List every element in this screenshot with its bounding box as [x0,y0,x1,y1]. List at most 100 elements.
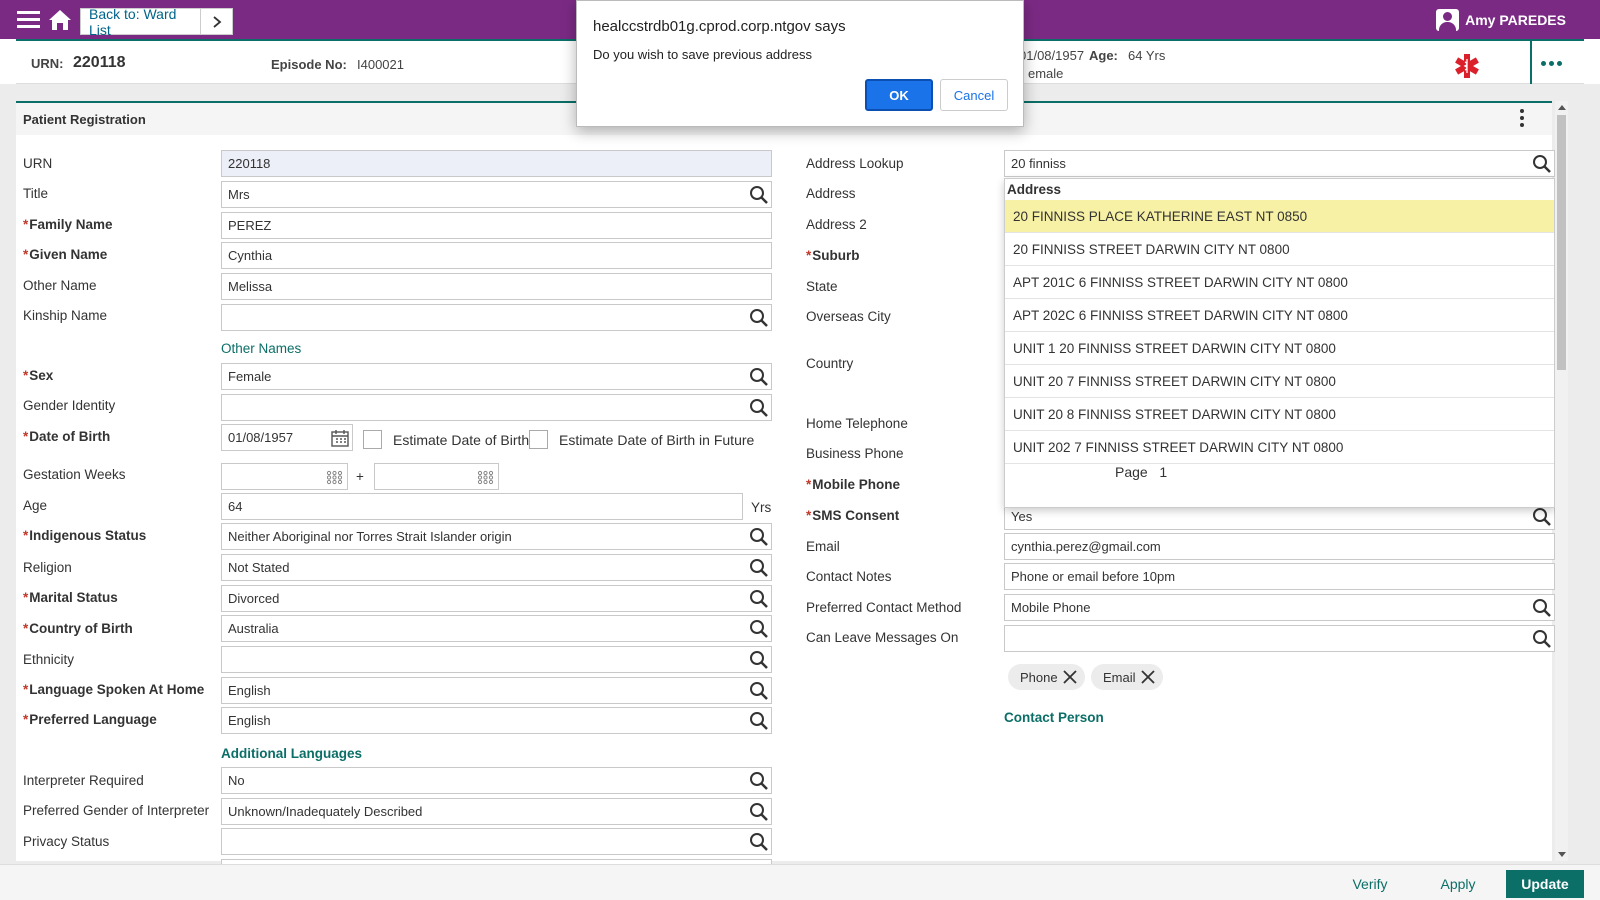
scrollbar-thumb[interactable] [1557,115,1566,370]
marital-status-field[interactable]: Divorced [221,585,772,612]
search-icon[interactable] [1532,598,1552,618]
contact-person-link[interactable]: Contact Person [1004,710,1104,725]
banner-more-icon[interactable] [1530,41,1570,86]
age-label: Age [23,498,48,513]
gestation-days-field[interactable] [374,463,499,490]
estimate-dob-future-checkbox[interactable] [529,430,548,449]
age-unit: Yrs [751,500,772,515]
address-option[interactable]: UNIT 1 20 FINNISS STREET DARWIN CITY NT … [1005,332,1554,365]
address-option[interactable]: APT 202C 6 FINNISS STREET DARWIN CITY NT… [1005,299,1554,332]
address-lookup-field[interactable]: 20 finniss [1004,150,1555,177]
age-field[interactable]: 64 [221,493,743,520]
business-phone-label: Business Phone [806,446,904,461]
chip-phone: Phone [1008,664,1085,690]
other-names-link[interactable]: Other Names [221,341,301,356]
hamburger-menu-icon[interactable] [17,11,40,29]
urn-field: 220118 [221,150,772,177]
search-icon[interactable] [749,185,769,205]
medical-alert-icon[interactable] [1454,53,1480,79]
vertical-scrollbar[interactable] [1555,101,1568,861]
indigenous-status-field[interactable]: Neither Aboriginal nor Torres Strait Isl… [221,523,772,550]
preferred-language-field[interactable]: English [221,707,772,734]
title-field[interactable]: Mrs [221,181,772,208]
back-to-ward-list-button[interactable]: Back to: Ward List [80,6,233,38]
estimate-dob-checkbox[interactable] [363,430,382,449]
suburb-label: Suburb [806,248,859,263]
calendar-icon[interactable] [330,428,350,448]
email-field[interactable]: cynthia.perez@gmail.com [1004,533,1555,560]
language-at-home-field[interactable]: English [221,677,772,704]
home-telephone-label: Home Telephone [806,416,908,431]
address-option[interactable]: UNIT 20 8 FINNISS STREET DARWIN CITY NT … [1005,398,1554,431]
search-icon[interactable] [749,308,769,328]
sms-consent-label: SMS Consent [806,508,899,523]
remove-icon[interactable] [1140,670,1155,684]
address-option[interactable]: 20 FINNISS STREET DARWIN CITY NT 0800 [1005,233,1554,266]
address-option[interactable]: 20 FINNISS PLACE KATHERINE EAST NT 0850 [1005,200,1554,233]
keypad-icon[interactable] [326,470,343,485]
scroll-down-icon[interactable] [1558,852,1566,857]
additional-languages-link[interactable]: Additional Languages [221,746,362,761]
sex-label: Sex [23,368,53,383]
address-lookup-value: 20 finniss [1011,156,1066,171]
cancel-button[interactable]: Cancel [940,79,1008,111]
search-icon[interactable] [749,589,769,609]
episode-label: Episode No: [271,57,347,72]
gender-identity-field[interactable] [221,394,772,421]
preferred-contact-method-field[interactable]: Mobile Phone [1004,594,1555,621]
contact-notes-field[interactable]: Phone or email before 10pm [1004,563,1555,590]
search-icon[interactable] [749,558,769,578]
search-icon[interactable] [749,650,769,670]
search-icon[interactable] [1532,629,1552,649]
search-icon[interactable] [749,771,769,791]
can-leave-messages-field[interactable] [1004,625,1555,652]
search-icon[interactable] [749,619,769,639]
ok-button[interactable]: OK [865,79,933,111]
search-icon[interactable] [749,527,769,547]
apply-button[interactable]: Apply [1428,870,1488,898]
marital-status-value: Divorced [228,591,280,606]
update-button[interactable]: Update [1506,870,1584,898]
kinship-name-field[interactable] [221,304,772,331]
address-option[interactable]: UNIT 202 7 FINNISS STREET DARWIN CITY NT… [1005,431,1554,464]
gestation-weeks-field[interactable] [221,463,348,490]
family-name-field[interactable]: PEREZ [221,212,772,239]
search-icon[interactable] [749,681,769,701]
ethnicity-field[interactable] [221,646,772,673]
search-icon[interactable] [749,367,769,387]
religion-field[interactable]: Not Stated [221,554,772,581]
search-icon[interactable] [749,802,769,822]
address-option[interactable]: APT 201C 6 FINNISS STREET DARWIN CITY NT… [1005,266,1554,299]
scroll-up-icon[interactable] [1558,105,1566,110]
title-label: Title [23,186,49,201]
dialog-message: Do you wish to save previous address [593,47,812,62]
page-number[interactable]: 1 [1159,464,1167,480]
search-icon[interactable] [1532,154,1552,174]
search-icon[interactable] [1532,507,1552,527]
given-name-field[interactable]: Cynthia [221,242,772,269]
preferred-gender-interpreter-field[interactable]: Unknown/Inadequately Described [221,798,772,825]
preferred-contact-method-value: Mobile Phone [1011,600,1091,615]
other-name-field[interactable]: Melissa [221,273,772,300]
interpreter-required-label: Interpreter Required [23,773,144,788]
indigenous-status-value: Neither Aboriginal nor Torres Strait Isl… [228,529,512,544]
keypad-icon[interactable] [477,470,494,485]
home-icon[interactable] [47,8,73,32]
search-icon[interactable] [749,832,769,852]
user-menu[interactable]: Amy PAREDES [1436,9,1566,31]
verify-button[interactable]: Verify [1340,870,1400,898]
privacy-status-field[interactable] [221,828,772,855]
kinship-name-label: Kinship Name [23,308,108,323]
dob-value: 01/08/1957 [1019,48,1085,63]
interpreter-required-field[interactable]: No [221,767,772,794]
country-of-birth-field[interactable]: Australia [221,615,772,642]
address-option[interactable]: UNIT 20 7 FINNISS STREET DARWIN CITY NT … [1005,365,1554,398]
privacy-status-label: Privacy Status [23,834,110,849]
sex-field[interactable]: Female [221,363,772,390]
footer-toolbar: Verify Apply Update [0,864,1600,900]
panel-options-icon[interactable] [1520,109,1526,130]
search-icon[interactable] [749,398,769,418]
search-icon[interactable] [749,711,769,731]
remove-icon[interactable] [1062,670,1077,684]
dob-field[interactable]: 01/08/1957 [221,424,353,451]
